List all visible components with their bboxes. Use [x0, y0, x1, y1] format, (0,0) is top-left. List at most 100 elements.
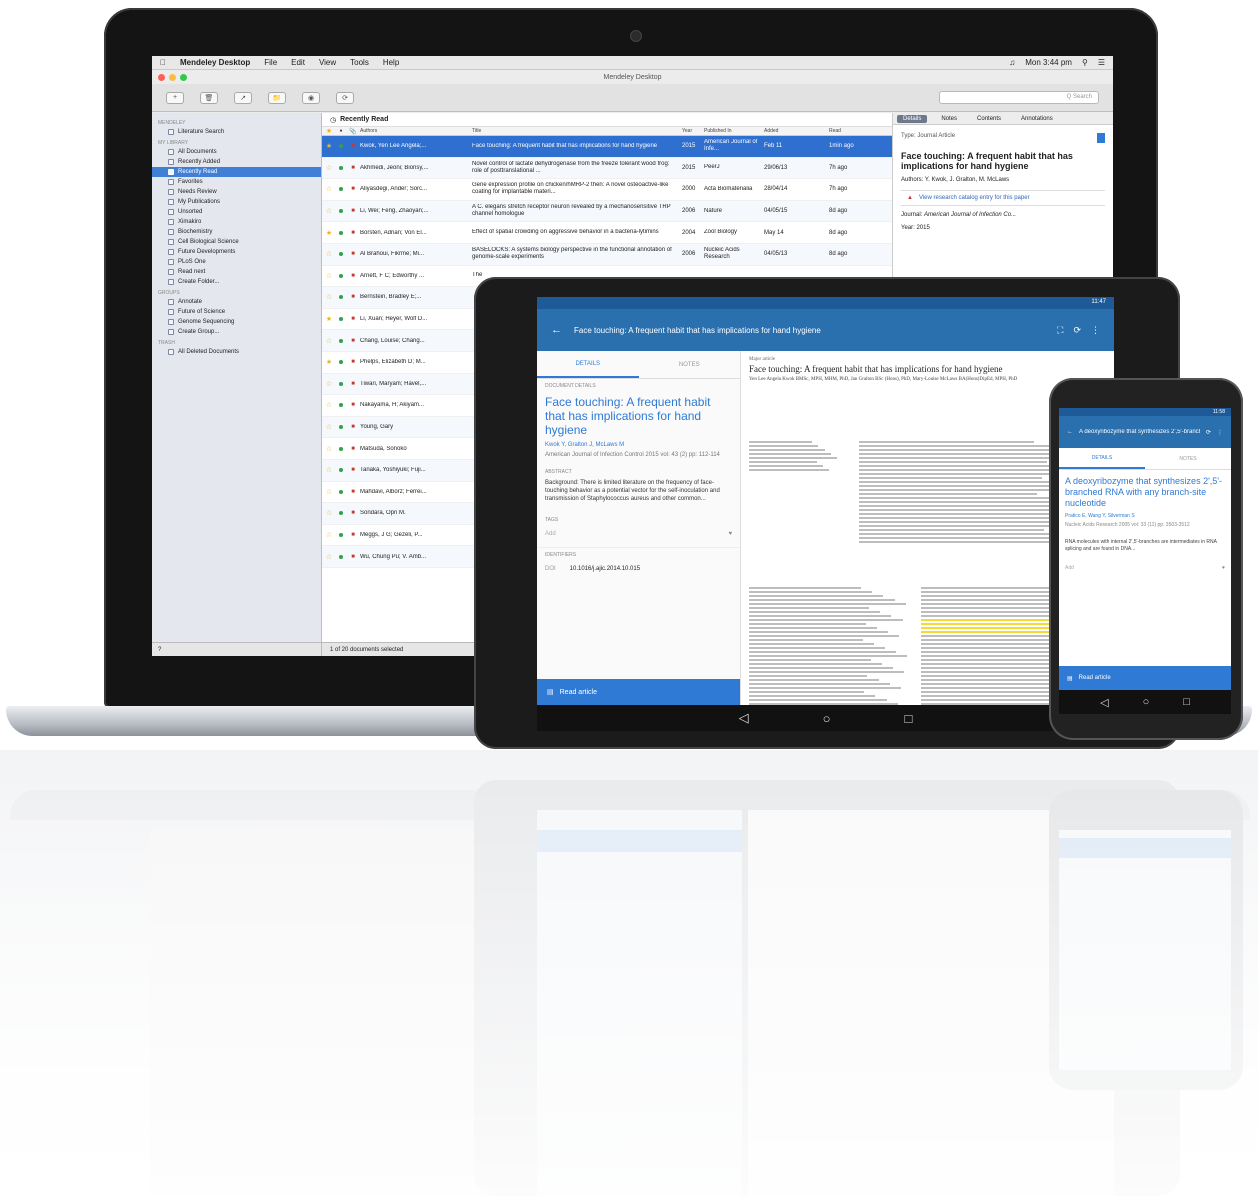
favorite-star-icon[interactable]: ☆	[322, 401, 336, 409]
sidebar-item[interactable]: Future Developments	[152, 247, 321, 257]
heart-icon[interactable]: ♥	[728, 531, 732, 537]
menu-view[interactable]: View	[319, 58, 336, 67]
pdf-icon[interactable]: ■	[346, 143, 360, 149]
tab-annotations[interactable]: Annotations	[1015, 115, 1059, 123]
read-status-icon[interactable]	[336, 511, 346, 516]
tab-contents[interactable]: Contents	[971, 115, 1007, 123]
favorite-star-icon[interactable]: ☆	[322, 250, 336, 258]
read-status-icon[interactable]	[336, 230, 346, 235]
column-year[interactable]: Year	[682, 128, 704, 134]
sidebar-item-trash[interactable]: All Deleted Documents	[152, 347, 321, 357]
tab-details[interactable]: Details	[897, 114, 928, 123]
read-status-icon[interactable]	[336, 360, 346, 365]
details-year[interactable]: Year: 2015	[901, 225, 1105, 231]
overflow-menu-icon[interactable]: ⋮	[1091, 325, 1100, 336]
menu-help[interactable]: Help	[383, 58, 399, 67]
sync-button[interactable]: ⟳	[336, 91, 354, 104]
back-arrow-icon[interactable]: ←	[1067, 429, 1073, 435]
pdf-icon[interactable]: ■	[346, 165, 360, 171]
sidebar-item[interactable]: Biochemistry	[152, 227, 321, 237]
pdf-icon[interactable]: ■	[346, 489, 360, 495]
favorite-star-icon[interactable]: ★	[322, 229, 336, 237]
favorite-star-icon[interactable]: ☆	[322, 164, 336, 172]
overflow-menu-icon[interactable]: ⋮	[1217, 429, 1223, 436]
related-button[interactable]: ◉	[302, 91, 320, 104]
read-status-icon[interactable]	[336, 273, 346, 278]
list-icon[interactable]: ☰	[1098, 58, 1105, 67]
nav-home-icon[interactable]: ○	[1143, 696, 1150, 708]
pdf-icon[interactable]: ■	[346, 510, 360, 516]
sidebar-item[interactable]: PLoS One	[152, 257, 321, 267]
favorite-star-icon[interactable]: ☆	[322, 293, 336, 301]
fullscreen-icon[interactable]: ⛶	[1057, 325, 1063, 336]
favorite-star-icon[interactable]: ☆	[322, 337, 336, 345]
nav-home-icon[interactable]: ○	[823, 711, 831, 726]
tab-details[interactable]: DETAILS	[537, 351, 639, 378]
tab-details[interactable]: DETAILS	[1059, 448, 1145, 469]
pdf-icon[interactable]: ■	[346, 273, 360, 279]
pdf-icon[interactable]: ■	[346, 316, 360, 322]
read-status-icon[interactable]	[336, 252, 346, 257]
favorite-star-icon[interactable]: ☆	[322, 531, 336, 539]
bookmark-icon[interactable]	[1097, 133, 1105, 143]
read-status-icon[interactable]	[336, 209, 346, 214]
sidebar-item[interactable]: Unsorted	[152, 207, 321, 217]
favorite-star-icon[interactable]: ☆	[322, 272, 336, 280]
pdf-icon[interactable]: ■	[346, 230, 360, 236]
pdf-icon[interactable]: ■	[346, 338, 360, 344]
read-status-icon[interactable]	[336, 144, 346, 149]
help-icon[interactable]: ?	[152, 643, 322, 656]
sidebar-group-item[interactable]: Genome Sequencing	[152, 317, 321, 327]
pdf-icon[interactable]: ■	[346, 251, 360, 257]
read-status-icon[interactable]	[336, 317, 346, 322]
details-title[interactable]: Face touching: A frequent habit that has…	[901, 151, 1105, 171]
phone-tags-input[interactable]: Add ♥	[1059, 561, 1231, 579]
phone-doc-authors[interactable]: Pratico E, Wang Y, Silverman S	[1059, 512, 1231, 520]
favorite-star-icon[interactable]: ☆	[322, 423, 336, 431]
favorite-star-icon[interactable]: ☆	[322, 466, 336, 474]
volume-icon[interactable]: ♫	[1009, 58, 1015, 67]
sidebar-item[interactable]: Recently Added	[152, 157, 321, 167]
sidebar-item[interactable]: Ximakiro	[152, 217, 321, 227]
details-type-value[interactable]: Journal Article	[917, 133, 955, 139]
search-input[interactable]: Q Search	[939, 91, 1099, 104]
sidebar-group-item[interactable]: Annotate	[152, 297, 321, 307]
favorite-star-icon[interactable]: ★	[322, 142, 336, 150]
apple-icon[interactable]: 	[160, 58, 166, 67]
favorite-star-icon[interactable]: ☆	[322, 553, 336, 561]
favorite-star-icon[interactable]: ☆	[322, 207, 336, 215]
tablet-doc-authors[interactable]: Kwok Y, Gralton J, McLaws M	[537, 441, 740, 449]
read-status-icon[interactable]	[336, 165, 346, 170]
sidebar-item[interactable]: Recently Read	[152, 167, 321, 177]
read-status-icon[interactable]	[336, 532, 346, 537]
phone-read-article-button[interactable]: ▤ Read article	[1059, 666, 1231, 690]
favorite-star-icon[interactable]: ☆	[322, 185, 336, 193]
pdf-icon[interactable]: ■	[346, 532, 360, 538]
sidebar-item[interactable]: Create Folder...	[152, 277, 321, 287]
tablet-doc-title[interactable]: Face touching: A frequent habit that has…	[537, 391, 740, 441]
sync-icon[interactable]: ⟳	[1073, 325, 1081, 336]
favorite-column-icon[interactable]: ★	[322, 127, 336, 135]
attachment-column-icon[interactable]: 📎	[346, 128, 360, 135]
favorite-star-icon[interactable]: ★	[322, 315, 336, 323]
sync-icon[interactable]: ⟳	[1206, 429, 1211, 436]
nav-recents-icon[interactable]: □	[905, 711, 913, 726]
read-article-button[interactable]: ▤ Read article	[537, 679, 740, 705]
pdf-icon[interactable]: ■	[346, 381, 360, 387]
menu-edit[interactable]: Edit	[291, 58, 305, 67]
nav-recents-icon[interactable]: □	[1183, 696, 1190, 708]
read-status-icon[interactable]	[336, 295, 346, 300]
column-read[interactable]: Read	[829, 128, 874, 134]
favorite-star-icon[interactable]: ☆	[322, 509, 336, 517]
sidebar-group-item[interactable]: Create Group...	[152, 327, 321, 337]
read-status-icon[interactable]	[336, 489, 346, 494]
tablet-abstract[interactable]: Background: There is limited literature …	[537, 477, 740, 513]
menubar-clock[interactable]: Mon 3:44 pm	[1025, 58, 1072, 67]
pdf-icon[interactable]: ■	[346, 467, 360, 473]
pdf-icon[interactable]: ■	[346, 359, 360, 365]
tab-notes[interactable]: NOTES	[639, 351, 741, 378]
column-published-in[interactable]: Published In	[704, 128, 764, 135]
pdf-icon[interactable]: ■	[346, 402, 360, 408]
menu-file[interactable]: File	[264, 58, 277, 67]
tab-notes[interactable]: NOTES	[1145, 448, 1231, 469]
